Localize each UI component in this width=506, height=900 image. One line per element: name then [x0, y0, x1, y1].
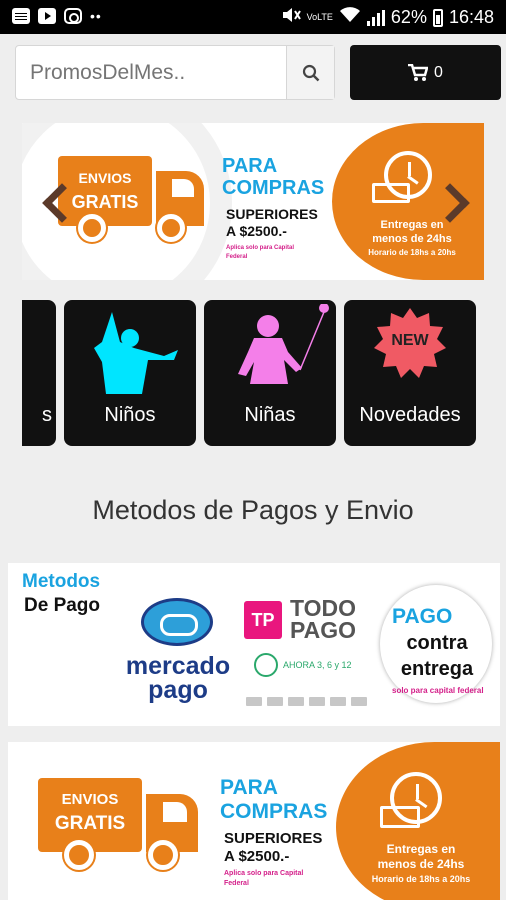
- promo-amount: A $2500.-: [226, 223, 287, 239]
- truck-text-gratis: GRATIS: [54, 813, 126, 834]
- truck-window: [172, 179, 194, 197]
- promo-para: PARA: [222, 155, 278, 177]
- mercadopago-text-2: pago: [148, 676, 208, 704]
- category-label-ninas: Niñas: [244, 404, 296, 426]
- category-label-novedades: Novedades: [359, 404, 461, 426]
- signal-icon: [366, 9, 385, 26]
- delivery-line-2: menos de 24hs: [372, 233, 452, 245]
- status-bar: •• VoLTE 62% 16:48: [0, 0, 506, 34]
- mercadopago-handshake-icon: [141, 598, 213, 646]
- promo-amount: A $2500.-: [224, 848, 290, 865]
- category-card-ninas[interactable]: Niñas: [204, 300, 336, 446]
- new-badge-text: NEW: [391, 332, 429, 349]
- promo-superiores: SUPERIORES: [226, 206, 318, 222]
- wifi-icon: [339, 6, 361, 29]
- truck-text-envios: ENVIOS: [61, 791, 119, 808]
- truck-wheel: [157, 214, 185, 242]
- mute-icon: [281, 6, 301, 29]
- truck-window: [163, 802, 187, 822]
- truck-graphic: ENVIOS GRATIS: [38, 778, 142, 852]
- promo-note-1: Aplica solo para Capital: [226, 245, 295, 251]
- delivery-text: Entregas en menos de 24hs: [342, 218, 482, 246]
- amex-icon: [288, 697, 304, 706]
- card-icon: [330, 697, 346, 706]
- delivery-text: Entregas en menos de 24hs: [346, 842, 496, 872]
- girl-balloon-silhouette: [238, 304, 329, 384]
- search-button[interactable]: [286, 46, 334, 99]
- cash-line-3: entrega: [400, 658, 474, 680]
- todopago-line-2: PAGO: [290, 617, 357, 643]
- payment-methods-banner: Metodos De Pago mercado pago TP TODO PAG…: [8, 563, 500, 726]
- category-card-novedades[interactable]: NEW Novedades: [344, 300, 476, 446]
- category-label-ninos: Niños: [104, 404, 156, 426]
- shipping-promo-banner: ENVIOS GRATIS PARA COMPRAS SUPERIORES A …: [8, 742, 500, 900]
- boy-dancing-silhouette: [94, 312, 178, 394]
- delivery-line-1: Entregas en: [380, 219, 444, 231]
- instagram-notification-icon: [64, 8, 82, 24]
- cart-button[interactable]: 0: [350, 45, 501, 100]
- delivery-truck-icon: [372, 183, 410, 203]
- delivery-line-1: Entregas en: [386, 842, 456, 856]
- search-input[interactable]: [16, 46, 287, 99]
- payment-title-line-2: De Pago: [24, 595, 101, 616]
- more-notifications-icon: ••: [90, 8, 102, 24]
- cash-on-delivery-note: solo para capital federal: [392, 686, 484, 695]
- category-carousel[interactable]: s Niños Niñas NEW Novedades: [22, 300, 484, 446]
- truck-wheel: [64, 840, 94, 870]
- delivery-truck-icon: [380, 806, 420, 828]
- card-icon: [309, 697, 325, 706]
- cash-on-delivery-title: PAGO: [392, 605, 453, 628]
- promo-compras: COMPRAS: [222, 177, 325, 199]
- ahora-label: AHORA 3, 6 y 12: [283, 660, 352, 670]
- promo-superiores: SUPERIORES: [224, 830, 323, 847]
- cash-on-delivery-text: contra entrega: [382, 630, 492, 682]
- promo-note-2: Federal: [226, 254, 248, 260]
- payment-title-line-1: Metodos: [22, 571, 101, 592]
- todopago-line-1: TODO: [290, 595, 357, 621]
- notification-icons: ••: [12, 8, 102, 24]
- category-label: s: [42, 404, 52, 426]
- search-bar: [15, 45, 335, 100]
- truck-wheel: [148, 840, 178, 870]
- volte-icon: VoLTE: [306, 12, 333, 22]
- calendar-notification-icon: [12, 8, 30, 24]
- card-icon: [351, 697, 367, 706]
- clock-time: 16:48: [448, 7, 494, 27]
- delivery-line-2: menos de 24hs: [377, 857, 465, 871]
- truck-wheel: [78, 214, 106, 242]
- truck-text-envios: ENVIOS: [78, 170, 132, 186]
- truck-graphic: ENVIOS GRATIS: [58, 156, 152, 226]
- cart-icon: [408, 63, 429, 81]
- mastercard-icon: [267, 697, 283, 706]
- delivery-hours: Horario de 18hs a 20hs: [371, 874, 471, 884]
- system-icons: VoLTE 62% 16:48: [281, 6, 494, 29]
- delivery-hours: Horario de 18hs a 20hs: [368, 248, 456, 257]
- promo-para: PARA: [220, 776, 278, 799]
- visa-icon: [246, 697, 262, 706]
- cart-count: 0: [434, 63, 443, 81]
- todopago-logo-icon: TP: [244, 601, 282, 639]
- card-brand-icons: [246, 697, 367, 706]
- battery-percent: 62%: [390, 7, 427, 27]
- category-card-ninos[interactable]: Niños: [64, 300, 196, 446]
- todopago-text: TODO PAGO: [290, 595, 357, 643]
- battery-icon: [432, 8, 443, 27]
- youtube-notification-icon: [38, 8, 56, 24]
- promo-carousel[interactable]: ENVIOS GRATIS PARA COMPRAS SUPERIORES A …: [22, 123, 484, 280]
- cash-line-2: contra: [406, 632, 468, 654]
- search-icon: [302, 64, 319, 81]
- section-title: Metodos de Pagos y Envio: [92, 495, 414, 525]
- promo-compras: COMPRAS: [220, 800, 328, 823]
- ahora-12-icon: [254, 653, 278, 677]
- promo-note-1: Aplica solo para Capital: [224, 870, 304, 877]
- promo-note-2: Federal: [224, 880, 249, 887]
- category-card-partial[interactable]: s: [22, 300, 56, 446]
